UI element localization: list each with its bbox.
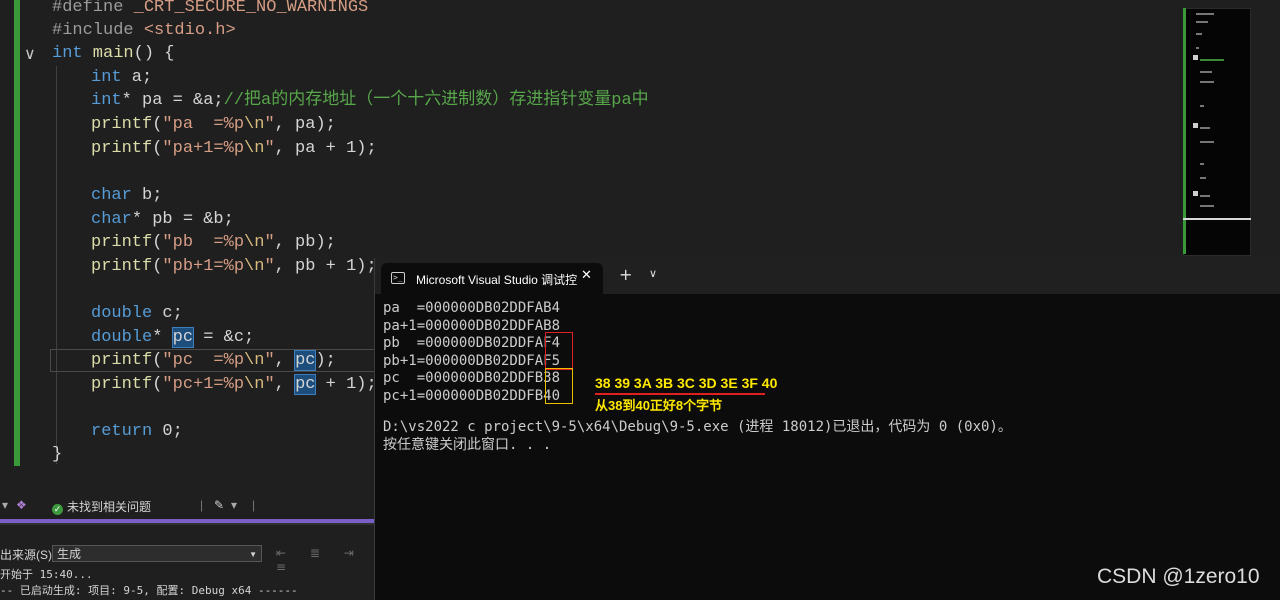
- minimap-line: [1200, 141, 1214, 143]
- code-line-20[interactable]: }: [52, 443, 62, 466]
- new-tab-icon[interactable]: +: [619, 265, 632, 284]
- issues-status[interactable]: ✓ 未找到相关问题: [52, 498, 151, 515]
- minimap-line: [1196, 21, 1208, 23]
- minimap-marker: [1193, 191, 1198, 196]
- symbol-highlight[interactable]: pc: [294, 374, 317, 395]
- output-panel: 出来源(S): 生成 ▼ ⇤ ≣ ⇥ ≡ 开始于 15:40... -- 已启动…: [0, 525, 375, 600]
- output-source-label: 出来源(S):: [0, 548, 56, 562]
- separator: |: [200, 498, 204, 512]
- minimap-line: [1200, 205, 1214, 207]
- code-line-10[interactable]: char* pb = &b;: [52, 208, 234, 231]
- minimap-marker: [1193, 123, 1198, 128]
- code-line-16[interactable]: printf("pc =%p\n", pc);: [52, 349, 336, 372]
- minimap-line: [1200, 71, 1212, 73]
- code-line-3[interactable]: int main() {: [52, 42, 174, 65]
- annotation-note: 从38到40正好8个字节: [595, 398, 723, 413]
- check-circle-icon: ✓: [52, 504, 63, 515]
- close-icon[interactable]: ✕: [581, 268, 592, 283]
- code-line-5[interactable]: int* pa = &a;//把a的内存地址（一个十六进制数）存进指针变量pa中: [52, 89, 649, 112]
- code-line-1[interactable]: #define _CRT_SECURE_NO_WARNINGS: [52, 0, 368, 19]
- code-line-17[interactable]: printf("pc+1=%p\n", pc + 1);: [52, 373, 377, 396]
- change-indicator-bar: [14, 0, 20, 466]
- minimap-marker: [1193, 55, 1198, 60]
- console-line: pa+1=000000DB02DDFAB8: [383, 318, 561, 334]
- annotation-yellow-box: [545, 368, 573, 404]
- fold-toggle-icon[interactable]: ∨: [24, 44, 36, 63]
- console-icon: >_: [391, 272, 405, 284]
- code-line-2[interactable]: #include <stdio.h>: [52, 19, 236, 42]
- console-line: pb+1=000000DB02DDFAF5: [383, 353, 561, 369]
- console-line: pc =000000DB02DDFB38: [383, 370, 561, 386]
- code-line-11[interactable]: printf("pb =%p\n", pb);: [52, 231, 336, 254]
- chevron-down-icon: ▼: [249, 550, 257, 559]
- watermark: CSDN @1zero10: [1097, 565, 1260, 588]
- minimap-line: [1196, 47, 1199, 49]
- console-line: pa =000000DB02DDFAB4: [383, 300, 561, 316]
- chevron-down-icon[interactable]: ▾: [231, 498, 237, 512]
- symbol-highlight[interactable]: pc: [294, 350, 317, 371]
- brush-icon[interactable]: ✎: [214, 498, 224, 512]
- output-line: 开始于 15:40...: [0, 568, 93, 581]
- minimap-line: [1200, 195, 1210, 197]
- console-line: 按任意键关闭此窗口. . .: [383, 437, 552, 453]
- vertical-scrollbar[interactable]: [1252, 0, 1274, 258]
- separator: |: [252, 498, 256, 512]
- output-line: -- 已启动生成: 项目: 9-5, 配置: Debug x64 ------: [0, 584, 298, 597]
- symbol-highlight[interactable]: pc: [171, 327, 195, 348]
- code-line-12[interactable]: printf("pb+1=%p\n", pb + 1);: [52, 255, 377, 278]
- terminal-tab-title: Microsoft Visual Studio 调试控: [416, 273, 578, 287]
- console-line: pc+1=000000DB02DDFB40: [383, 388, 561, 404]
- code-line-9[interactable]: char b;: [52, 184, 162, 207]
- minimap-viewport-indicator[interactable]: [1183, 218, 1251, 220]
- chevron-down-icon[interactable]: ∨: [649, 267, 657, 280]
- code-line-7[interactable]: printf("pa+1=%p\n", pa + 1);: [52, 137, 377, 160]
- terminal-tab-bar: >_ Microsoft Visual Studio 调试控 ✕ + ∨: [375, 258, 1280, 294]
- console-line: D:\vs2022 c project\9-5\x64\Debug\9-5.ex…: [383, 419, 1012, 435]
- terminal-tab[interactable]: >_ Microsoft Visual Studio 调试控 ✕: [381, 263, 603, 294]
- minimap-line: [1200, 163, 1204, 165]
- debug-console-window[interactable]: >_ Microsoft Visual Studio 调试控 ✕ + ∨ pa …: [374, 258, 1280, 600]
- code-line-19[interactable]: return 0;: [52, 420, 183, 443]
- output-source-select[interactable]: 生成 ▼: [52, 545, 262, 562]
- minimap-line: [1200, 81, 1214, 83]
- dropdown-arrow-icon[interactable]: ▾: [2, 498, 8, 512]
- minimap-line: [1200, 127, 1210, 129]
- annotation-red-box: [545, 332, 573, 370]
- minimap-line: [1200, 177, 1206, 179]
- minimap-line: [1200, 59, 1224, 61]
- console-line: pb =000000DB02DDFAF4: [383, 335, 561, 351]
- code-line-15[interactable]: double* pc = &c;: [52, 326, 254, 349]
- issues-status-bar: ▾ ❖ ✓ 未找到相关问题 | ✎ ▾ |: [0, 495, 375, 517]
- minimap-line: [1196, 13, 1214, 15]
- code-line-14[interactable]: double c;: [52, 302, 183, 325]
- minimap-line: [1200, 105, 1204, 107]
- minimap-line: [1196, 33, 1202, 35]
- code-line-6[interactable]: printf("pa =%p\n", pa);: [52, 113, 336, 136]
- code-line-4[interactable]: int a;: [52, 66, 152, 89]
- annotation-hex-sequence: 38 39 3A 3B 3C 3D 3E 3F 40: [595, 375, 778, 391]
- output-toolbar-icons[interactable]: ⇤ ≣ ⇥ ≡: [276, 546, 375, 574]
- copilot-icon[interactable]: ❖: [16, 498, 27, 512]
